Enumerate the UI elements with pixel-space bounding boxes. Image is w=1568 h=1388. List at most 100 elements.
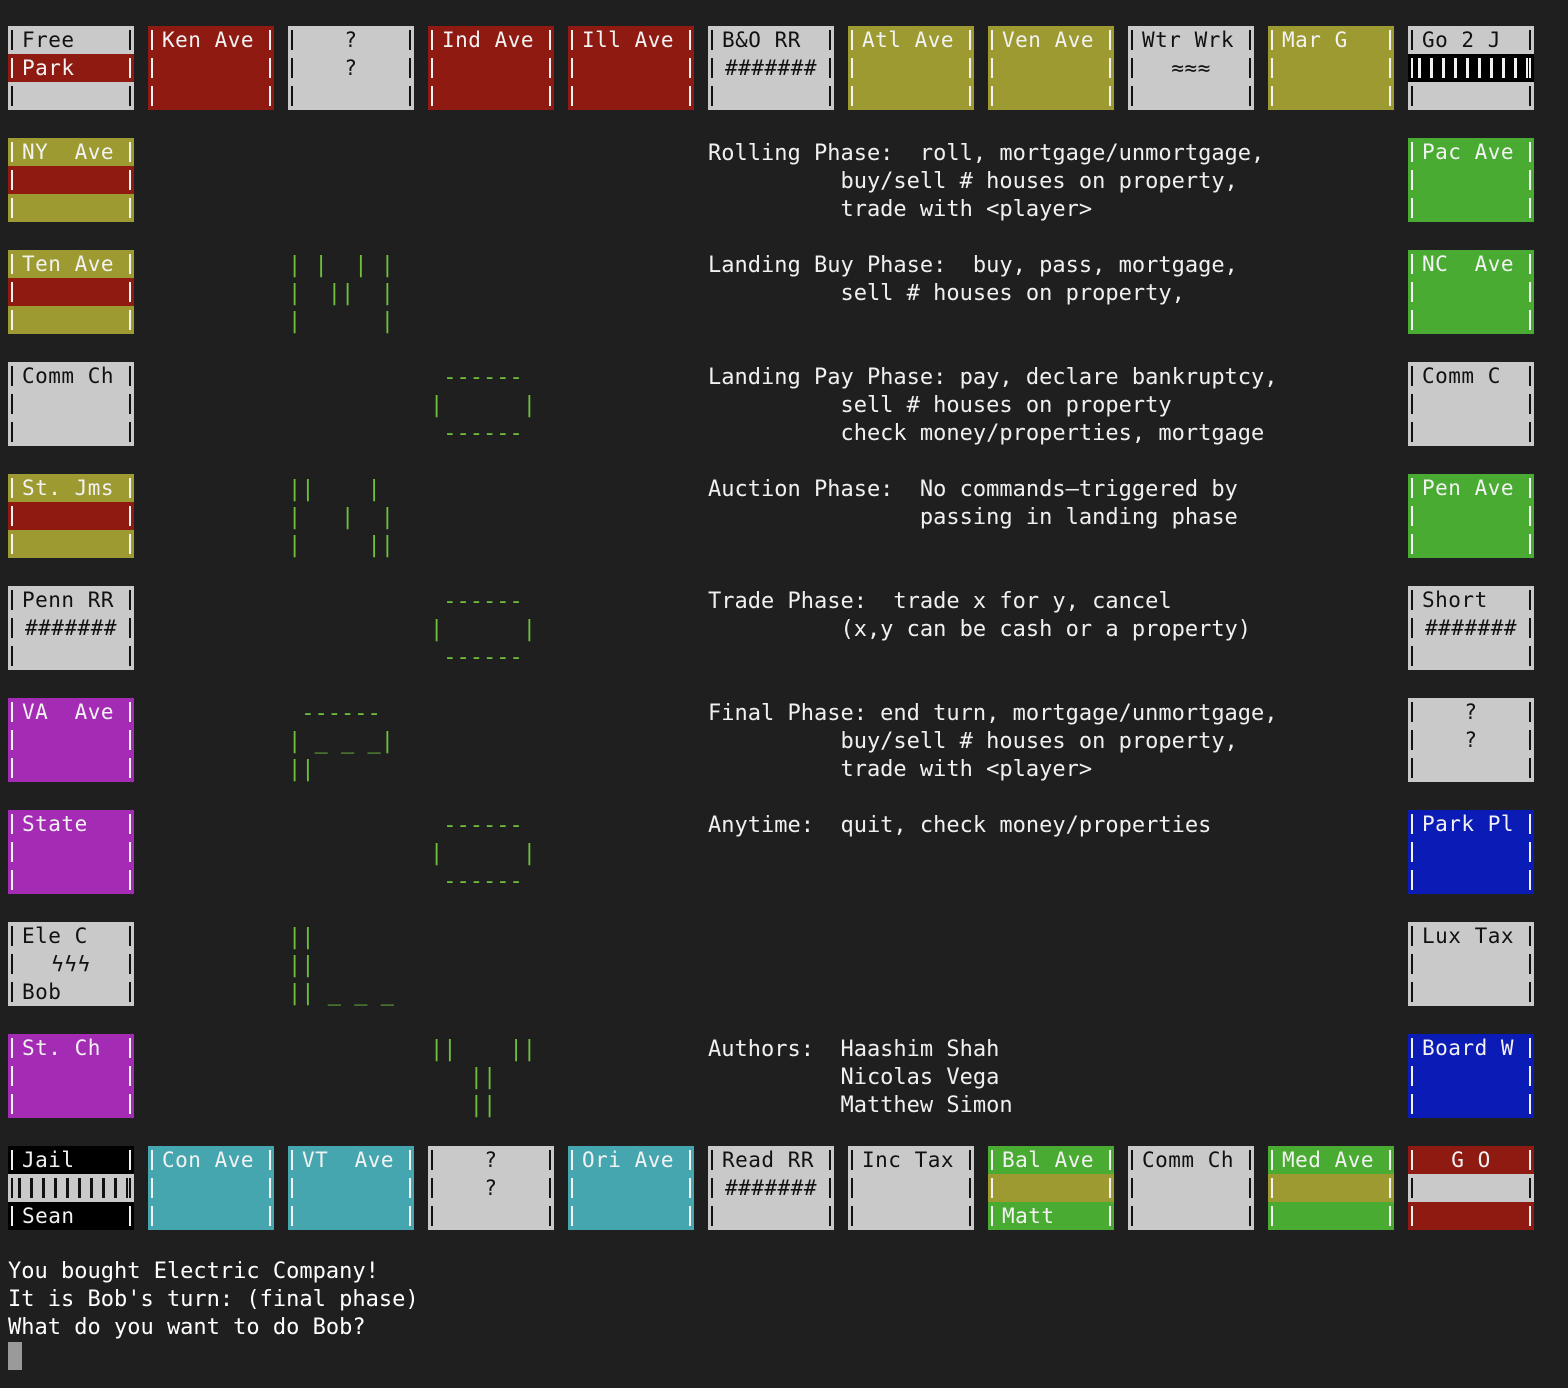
space-border	[969, 1150, 971, 1170]
space-border	[1411, 646, 1413, 666]
space-border	[129, 1178, 131, 1198]
space-row	[8, 1090, 134, 1118]
help-landing-pay-phase: Landing Pay Phase: pay, declare bankrupt…	[708, 365, 1278, 446]
console-line: You bought Electric Company!	[8, 1259, 379, 1284]
space-row: Ele C	[8, 922, 134, 950]
space-row	[1408, 82, 1534, 110]
space-border	[829, 1150, 831, 1170]
space-border	[829, 1206, 831, 1226]
space-border	[129, 814, 131, 834]
space-border	[1529, 1178, 1531, 1198]
space-border	[1411, 478, 1413, 498]
space-border	[269, 30, 271, 50]
space-border	[1529, 842, 1531, 862]
space-border	[571, 86, 573, 106]
space-border	[409, 1178, 411, 1198]
space-border	[1389, 30, 1391, 50]
space-row: Ill Ave	[568, 26, 694, 54]
space-border	[291, 86, 293, 106]
space-border	[431, 86, 433, 106]
space-row	[708, 82, 834, 110]
board-space: Pen Ave	[1408, 474, 1534, 558]
board-space: Ken Ave	[148, 26, 274, 110]
space-border	[1411, 982, 1413, 1002]
space-border	[11, 394, 13, 414]
space-row: ?	[1408, 726, 1534, 754]
space-name: Park Pl	[1422, 812, 1515, 836]
space-row	[148, 1202, 274, 1230]
space-border	[689, 1178, 691, 1198]
space-border	[269, 1206, 271, 1226]
space-row: Lux Tax	[1408, 922, 1534, 950]
space-border	[1271, 1178, 1273, 1198]
board-space: Ele C ϟϟϟ Bob	[8, 922, 134, 1006]
space-border	[549, 30, 551, 50]
space-border	[571, 1150, 573, 1170]
space-border	[1411, 170, 1413, 190]
space-name: Go 2 J	[1422, 28, 1501, 52]
space-row: Read RR	[708, 1146, 834, 1174]
space-name: NY Ave	[22, 140, 115, 164]
space-row	[428, 1202, 554, 1230]
space-row: NC Ave	[1408, 250, 1534, 278]
space-row: ?	[288, 26, 414, 54]
space-row: #######	[708, 1174, 834, 1202]
space-row: Comm Ch	[1128, 1146, 1254, 1174]
space-row	[8, 530, 134, 558]
board-space: Inc Tax	[848, 1146, 974, 1230]
space-border	[129, 310, 131, 330]
space-row: #######	[708, 54, 834, 82]
space-border	[11, 142, 13, 162]
board-space: Go 2 J||||||||	[1408, 26, 1534, 110]
board-space: G O	[1408, 1146, 1534, 1230]
space-row: Board W	[1408, 1034, 1534, 1062]
space-row: Pac Ave	[1408, 138, 1534, 166]
space-row	[1268, 1174, 1394, 1202]
board-space: Bal Ave Matt	[988, 1146, 1114, 1230]
space-border	[129, 422, 131, 442]
space-border	[1131, 30, 1133, 50]
space-border	[1389, 58, 1391, 78]
space-detail: ≈≈≈	[1171, 56, 1211, 80]
jail-bars	[18, 1178, 128, 1198]
space-border	[11, 1178, 13, 1198]
help-landing-buy-phase: Landing Buy Phase: buy, pass, mortgage, …	[708, 253, 1238, 306]
space-border	[11, 702, 13, 722]
space-border	[129, 1150, 131, 1170]
space-border	[11, 730, 13, 750]
space-border	[711, 30, 713, 50]
space-border	[1271, 86, 1273, 106]
board-space: State	[8, 810, 134, 894]
space-name: Inc Tax	[862, 1148, 955, 1172]
space-row	[428, 82, 554, 110]
space-row: Bob	[8, 978, 134, 1006]
space-row	[8, 82, 134, 110]
space-border	[991, 58, 993, 78]
space-row	[1408, 838, 1534, 866]
space-row	[1408, 306, 1534, 334]
space-row: Wtr Wrk	[1128, 26, 1254, 54]
space-row: Comm Ch	[8, 362, 134, 390]
space-border	[291, 1178, 293, 1198]
board-space: Lux Tax	[1408, 922, 1534, 1006]
terminal-cursor[interactable]	[8, 1342, 22, 1370]
board-space: Comm Ch	[1128, 1146, 1254, 1230]
space-border	[1271, 58, 1273, 78]
console-output: You bought Electric Company! It is Bob's …	[8, 1258, 419, 1342]
space-border	[11, 1150, 13, 1170]
space-row	[1408, 1202, 1534, 1230]
space-border	[129, 478, 131, 498]
space-name: State	[22, 812, 88, 836]
board-space: Ori Ave	[568, 1146, 694, 1230]
space-row	[8, 418, 134, 446]
board-space: Board W	[1408, 1034, 1534, 1118]
space-border	[851, 30, 853, 50]
space-border	[11, 422, 13, 442]
space-border	[1411, 394, 1413, 414]
space-border	[1411, 506, 1413, 526]
space-border	[129, 30, 131, 50]
space-row: Mar G	[1268, 26, 1394, 54]
space-row	[1408, 502, 1534, 530]
space-border	[129, 198, 131, 218]
space-row	[568, 82, 694, 110]
